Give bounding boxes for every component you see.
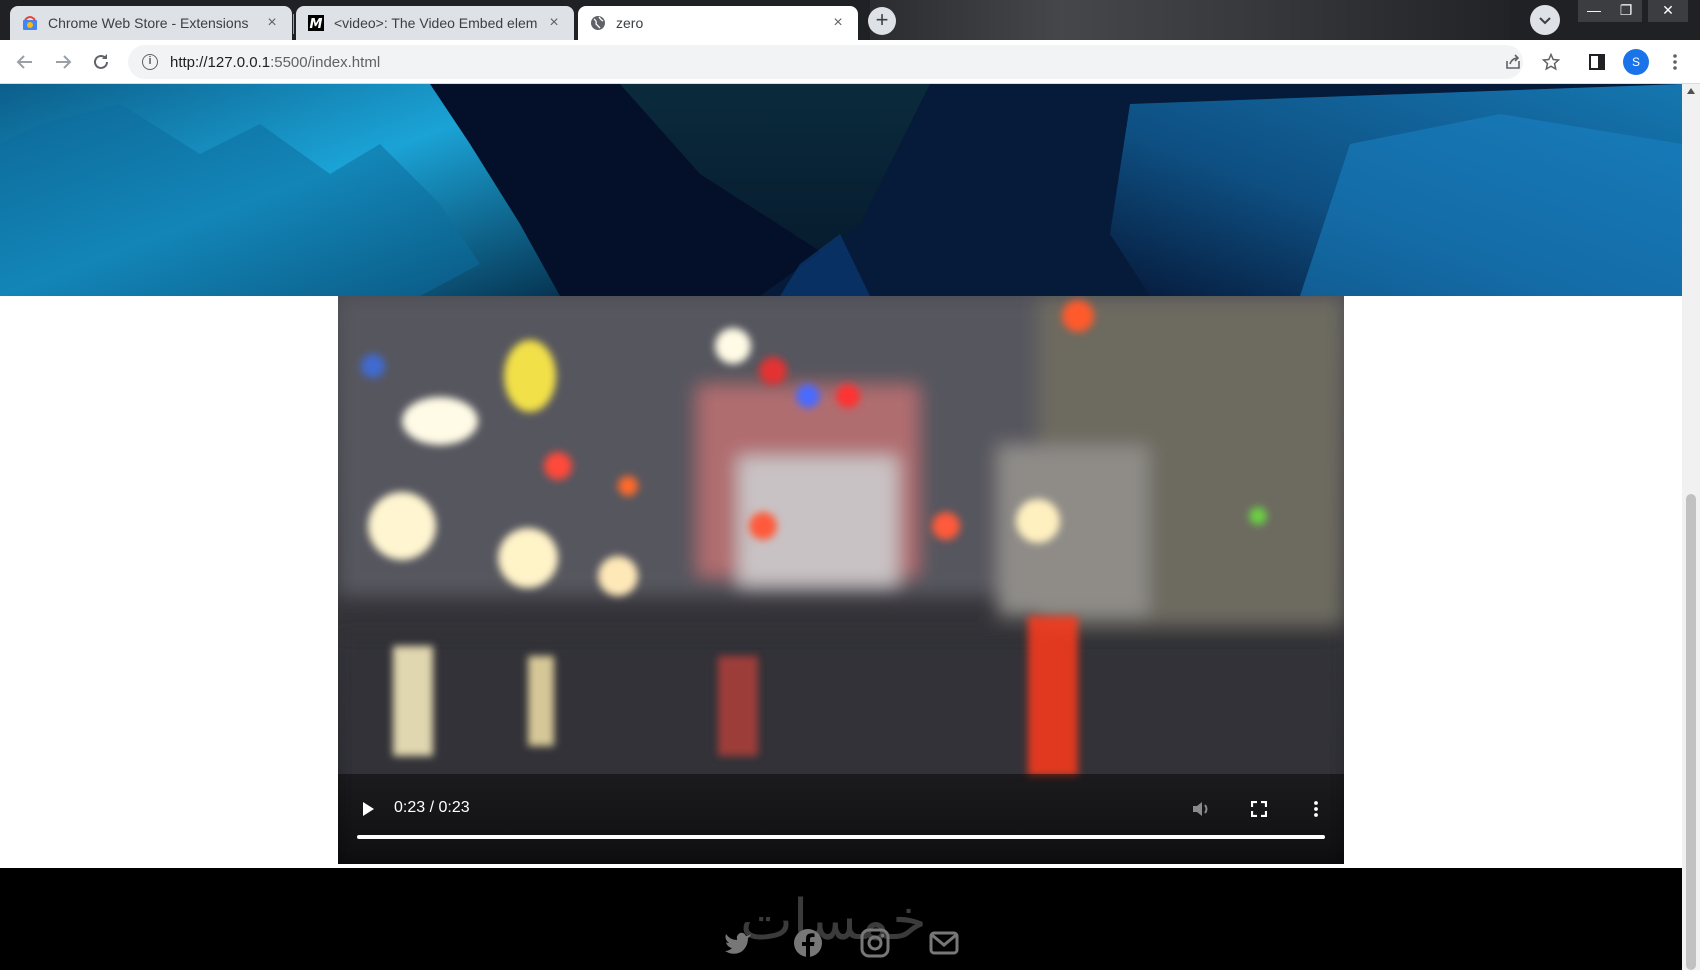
side-panel-icon — [1589, 54, 1605, 70]
globe-icon — [591, 16, 605, 30]
tab-title: <video>: The Video Embed elem — [334, 15, 538, 31]
tab-title: zero — [616, 15, 644, 31]
video-options-button[interactable] — [1306, 799, 1326, 819]
video-progress-bar[interactable] — [357, 835, 1325, 839]
volume-icon — [1193, 802, 1208, 816]
scroll-up-arrow-icon[interactable] — [1687, 88, 1695, 94]
info-icon[interactable]: i — [142, 54, 158, 70]
url-host: http://127.0.0.1 — [170, 53, 271, 71]
tab-title: Chrome Web Store - Extensions — [48, 15, 249, 31]
video-time-display: 0:23 / 0:23 — [394, 799, 470, 816]
mountain-artwork — [0, 84, 1682, 296]
tab-search-button[interactable] — [1530, 5, 1560, 35]
controls-overlay — [338, 774, 1344, 864]
share-button[interactable] — [1502, 51, 1524, 73]
tab-divider — [293, 14, 294, 34]
url-path: :5500/index.html — [270, 53, 381, 71]
fullscreen-icon — [1251, 801, 1267, 817]
hero-mountain-image — [0, 84, 1682, 296]
chrome-web-store-icon — [23, 16, 37, 30]
kebab-menu-icon — [1314, 801, 1318, 817]
tab-zero[interactable]: zero × — [578, 6, 858, 40]
close-icon[interactable]: × — [830, 15, 846, 31]
profile-avatar[interactable]: S — [1623, 49, 1649, 75]
side-panel-button[interactable] — [1586, 51, 1608, 73]
reload-button[interactable] — [88, 49, 114, 75]
minimize-button[interactable]: — — [1578, 0, 1610, 22]
menu-button[interactable] — [1664, 51, 1686, 73]
chevron-down-icon — [1539, 17, 1551, 25]
restore-button[interactable]: ❐ — [1610, 0, 1642, 22]
svg-text:M: M — [310, 17, 323, 31]
share-icon — [1506, 54, 1520, 69]
star-icon — [1542, 53, 1560, 71]
page-viewport: 0:23 / 0:23 خمسات — [0, 84, 1682, 970]
khamsat-watermark: خمسات — [740, 888, 927, 953]
address-bar[interactable]: i http://127.0.0.1:5500/index.html — [128, 45, 1523, 79]
back-button[interactable] — [12, 49, 38, 75]
mute-button[interactable] — [1191, 799, 1211, 819]
forward-button[interactable] — [50, 49, 76, 75]
close-window-button[interactable]: ✕ — [1648, 0, 1688, 22]
fullscreen-button[interactable] — [1249, 799, 1269, 819]
kebab-menu-icon — [1673, 54, 1677, 70]
mdn-icon: M — [308, 15, 324, 31]
close-icon[interactable]: × — [546, 15, 562, 31]
page-footer: خمسات — [0, 868, 1682, 970]
video-player[interactable]: 0:23 / 0:23 — [338, 296, 1344, 864]
page-scrollbar[interactable] — [1682, 84, 1700, 970]
arrow-right-icon — [56, 55, 72, 69]
instagram-icon[interactable] — [860, 928, 890, 958]
mail-icon[interactable] — [929, 928, 959, 958]
scrollbar-thumb[interactable] — [1686, 494, 1696, 970]
browser-toolbar: i http://127.0.0.1:5500/index.html — [0, 40, 1700, 84]
url-text[interactable]: http://127.0.0.1:5500/index.html — [170, 54, 380, 71]
bookmark-button[interactable] — [1540, 51, 1562, 73]
arrow-left-icon — [16, 55, 32, 69]
reload-icon — [94, 54, 108, 69]
new-tab-button[interactable]: + — [868, 7, 896, 35]
tab-mdn-video[interactable]: M <video>: The Video Embed elem × — [296, 6, 574, 40]
tab-strip: Chrome Web Store - Extensions × M <video… — [0, 0, 1700, 40]
play-icon[interactable] — [360, 801, 376, 817]
tab-chrome-web-store[interactable]: Chrome Web Store - Extensions × — [10, 6, 292, 40]
tab-strip-background — [870, 0, 1510, 40]
twitter-icon[interactable] — [723, 928, 753, 958]
facebook-icon[interactable] — [793, 928, 823, 958]
close-icon[interactable]: × — [264, 15, 280, 31]
